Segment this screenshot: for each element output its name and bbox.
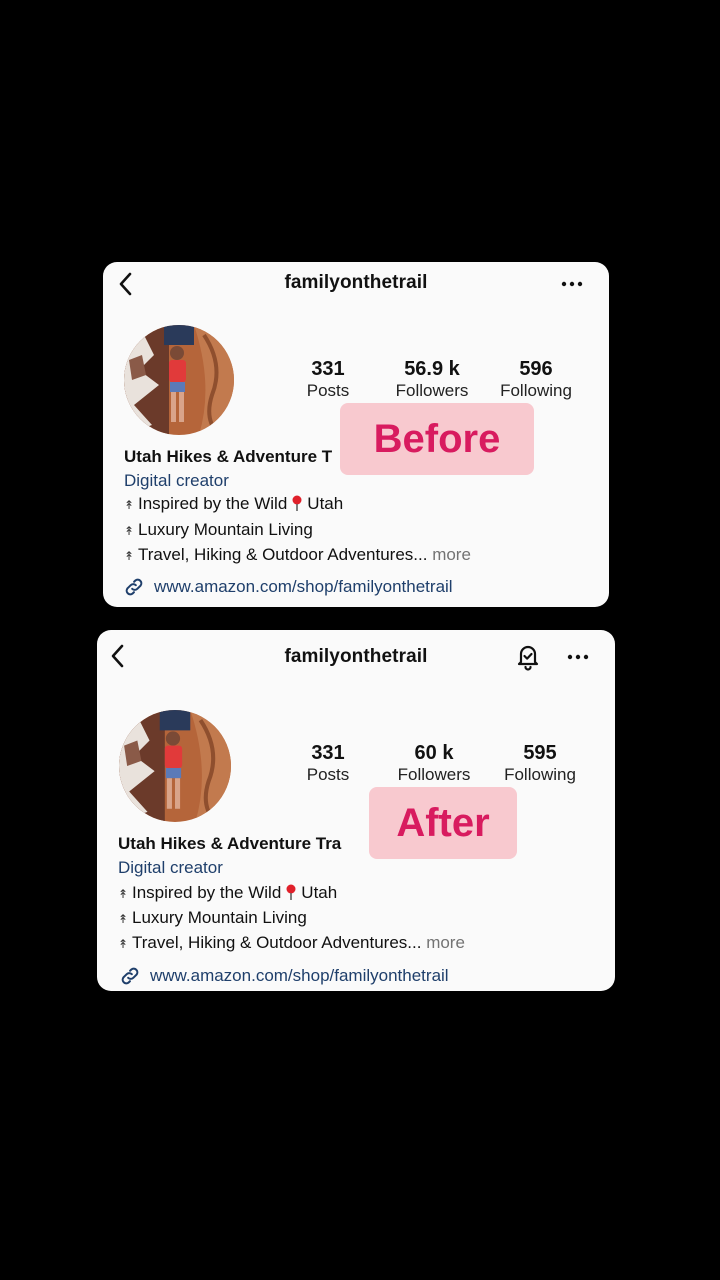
following-count: 596 (519, 358, 553, 380)
profile-card-before: familyonthetrail 331 Posts 56.9 k Follow… (103, 262, 609, 607)
posts-label: Posts (306, 765, 350, 784)
profile-link[interactable]: www.amazon.com/shop/familyonthetrail (123, 576, 453, 598)
following-label: Following (500, 381, 572, 400)
tree-icon: ↟ (124, 549, 135, 563)
bell-icon[interactable] (513, 641, 543, 671)
more-options-icon[interactable] (565, 647, 591, 667)
stat-posts[interactable]: 331 Posts (273, 358, 383, 402)
stat-following[interactable]: 596 Following (481, 358, 591, 402)
stat-following[interactable]: 595 Following (485, 742, 595, 786)
profile-category: Digital creator (118, 858, 223, 878)
link-icon (119, 965, 141, 987)
profile-card-after: familyonthetrail 331 Posts 60 k Follower… (97, 630, 615, 991)
avatar[interactable] (124, 325, 234, 435)
map-pin-icon (285, 883, 297, 900)
followers-label: Followers (397, 765, 471, 784)
after-label: After (369, 787, 517, 859)
stat-followers[interactable]: 56.9 k Followers (377, 358, 487, 402)
following-count: 595 (523, 742, 557, 764)
tree-icon: ↟ (118, 886, 129, 901)
map-pin-icon (291, 494, 303, 511)
before-label: Before (340, 403, 534, 475)
bio-line-2: ↟ Luxury Mountain Living (118, 906, 465, 931)
posts-count: 331 (311, 358, 345, 380)
followers-count: 60 k (414, 742, 454, 764)
bio-more-link[interactable]: more (426, 933, 465, 952)
bio-line-1: ↟ Inspired by the Wild Utah (124, 492, 471, 518)
tree-icon: ↟ (118, 911, 129, 926)
profile-link[interactable]: www.amazon.com/shop/familyonthetrail (119, 965, 449, 987)
more-options-icon[interactable] (559, 274, 585, 294)
link-icon (123, 576, 145, 598)
profile-link-text[interactable]: www.amazon.com/shop/familyonthetrail (150, 966, 449, 986)
bio-line-2: ↟ Luxury Mountain Living (124, 518, 471, 544)
stat-posts[interactable]: 331 Posts (273, 742, 383, 786)
followers-label: Followers (395, 381, 469, 400)
profile-link-text[interactable]: www.amazon.com/shop/familyonthetrail (154, 577, 453, 597)
posts-count: 331 (311, 742, 345, 764)
bio-line-3: ↟ Travel, Hiking & Outdoor Adventures... … (118, 931, 465, 956)
tree-icon: ↟ (124, 498, 135, 512)
bio-more-link[interactable]: more (432, 545, 471, 564)
profile-username: familyonthetrail (284, 272, 428, 293)
avatar[interactable] (119, 710, 231, 822)
bio-line-1: ↟ Inspired by the Wild Utah (118, 881, 465, 906)
stat-followers[interactable]: 60 k Followers (379, 742, 489, 786)
posts-label: Posts (306, 381, 350, 400)
tree-icon: ↟ (118, 937, 129, 952)
tree-icon: ↟ (124, 523, 135, 538)
followers-count: 56.9 k (404, 358, 460, 380)
following-label: Following (504, 765, 576, 784)
bio-line-3: ↟ Travel, Hiking & Outdoor Adventures... … (124, 543, 471, 569)
